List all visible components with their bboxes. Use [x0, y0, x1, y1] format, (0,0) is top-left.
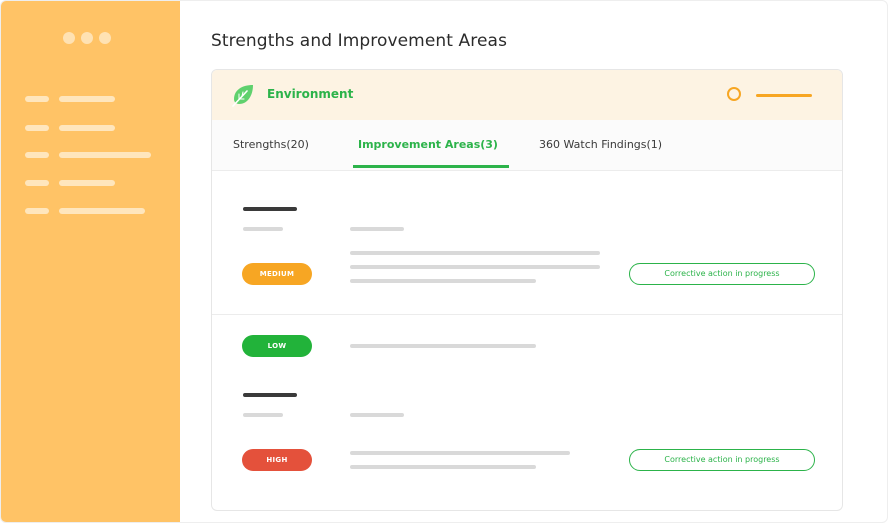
header-toggle-line	[756, 94, 812, 97]
item-title-placeholder	[243, 207, 297, 211]
sidebar-item-icon	[25, 96, 49, 102]
status-pill-corrective-action[interactable]: Corrective action in progress	[629, 449, 815, 471]
item-meta-placeholder	[243, 413, 283, 417]
tab-bar: Strengths(20) Improvement Areas(3) 360 W…	[212, 120, 842, 171]
item-text-placeholder	[350, 344, 536, 348]
status-pill-corrective-action[interactable]: Corrective action in progress	[629, 263, 815, 285]
tab-improvement-areas[interactable]: Improvement Areas(3)	[358, 138, 498, 151]
card-header-title: Environment	[267, 87, 354, 101]
app-window: Strengths and Improvement Areas Environm…	[0, 0, 888, 523]
window-dot[interactable]	[81, 32, 93, 44]
active-tab-indicator	[353, 165, 509, 168]
item-meta-placeholder	[243, 227, 283, 231]
item-text-placeholder	[350, 451, 570, 455]
window-controls	[63, 32, 111, 44]
window-dot[interactable]	[63, 32, 75, 44]
sidebar-item-label	[59, 152, 151, 158]
sidebar-item-icon	[25, 180, 49, 186]
sidebar-item-label	[59, 180, 115, 186]
item-text-placeholder	[350, 279, 536, 283]
window-dot[interactable]	[99, 32, 111, 44]
item-meta-placeholder	[350, 227, 404, 231]
item-title-placeholder	[243, 393, 297, 397]
severity-badge-high: HIGH	[242, 449, 312, 471]
improvement-card: Environment Strengths(20) Improvement Ar…	[211, 69, 843, 511]
severity-badge-medium: MEDIUM	[242, 263, 312, 285]
tab-strengths[interactable]: Strengths(20)	[233, 138, 309, 151]
header-toggle-circle[interactable]	[727, 87, 741, 101]
sidebar	[1, 1, 180, 522]
item-text-placeholder	[350, 251, 600, 255]
page-title: Strengths and Improvement Areas	[211, 31, 508, 51]
item-divider	[212, 314, 842, 315]
sidebar-item-icon	[25, 152, 49, 158]
item-meta-placeholder	[350, 413, 404, 417]
sidebar-item-icon	[25, 125, 49, 131]
sidebar-item-label	[59, 208, 145, 214]
severity-badge-low: LOW	[242, 335, 312, 357]
sidebar-item-icon	[25, 208, 49, 214]
tab-360-watch-findings[interactable]: 360 Watch Findings(1)	[539, 138, 662, 151]
leaf-icon	[232, 85, 253, 107]
item-text-placeholder	[350, 465, 536, 469]
sidebar-item-label	[59, 96, 115, 102]
item-text-placeholder	[350, 265, 600, 269]
sidebar-item-label	[59, 125, 115, 131]
card-header: Environment	[212, 70, 842, 120]
